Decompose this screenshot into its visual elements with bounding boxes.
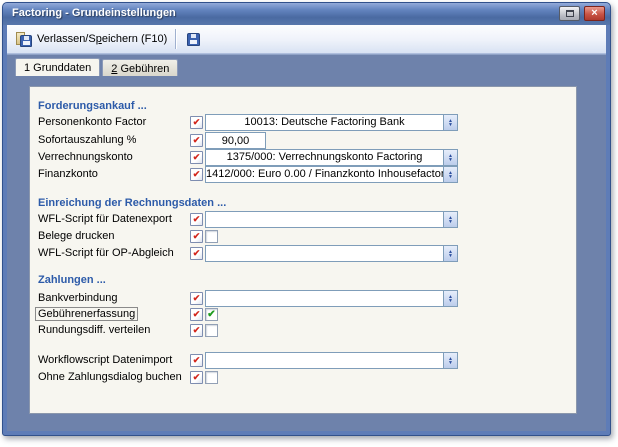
arrow-down-icon: ▼ (448, 361, 453, 365)
combo-value (206, 291, 443, 306)
checkbox-belege-drucken[interactable] (205, 230, 218, 243)
red-check-icon: ✔ (193, 309, 201, 319)
dropdown-spinner-button[interactable]: ▲▼ (443, 167, 457, 182)
check-icon: ✔ (207, 309, 215, 320)
tab-strip: 1 Grunddaten 2 Gebühren (15, 58, 178, 76)
checkbox-gebuehrenerfassung[interactable]: ✔ (205, 308, 218, 321)
combo-wfl-op-abgleich[interactable]: ▲▼ (205, 245, 458, 262)
dropdown-spinner-button[interactable]: ▲▼ (443, 212, 457, 227)
red-check-icon: ✔ (193, 135, 201, 145)
tab-gebuehren[interactable]: 2 Gebühren (102, 59, 178, 76)
dropdown-spinner-button[interactable]: ▲▼ (443, 353, 457, 368)
red-check-icon: ✔ (193, 231, 201, 241)
red-check-icon: ✔ (193, 152, 201, 162)
label-bankverbindung: Bankverbindung (38, 292, 118, 304)
lookup-check-button[interactable]: ✔ (190, 116, 203, 129)
lookup-check-button[interactable]: ✔ (190, 292, 203, 305)
focused-label: Gebührenerfassung (35, 307, 138, 321)
exit-save-icon (16, 32, 32, 47)
titlebar-buttons: × (559, 6, 605, 21)
arrow-down-icon: ▼ (448, 299, 453, 303)
arrow-down-icon: ▼ (448, 158, 453, 162)
combo-finanzkonto[interactable]: 1412/000: Euro 0.00 / Finanzkonto Inhous… (205, 166, 458, 183)
floppy-disk-icon (20, 35, 32, 47)
titlebar[interactable]: Factoring - Grundeinstellungen × (3, 3, 610, 25)
label-sofortauszahlung: Sofortauszahlung % (38, 134, 136, 146)
sofortauszahlung-input[interactable] (205, 132, 266, 149)
lookup-check-button[interactable]: ✔ (190, 354, 203, 367)
label-wfl-datenexport: WFL-Script für Datenexport (38, 213, 172, 225)
lookup-check-button[interactable]: ✔ (190, 247, 203, 260)
dropdown-spinner-button[interactable]: ▲▼ (443, 115, 457, 130)
red-check-icon: ✔ (193, 325, 201, 335)
red-check-icon: ✔ (193, 293, 201, 303)
red-check-icon: ✔ (193, 248, 201, 258)
toolbar-separator (175, 29, 176, 49)
label-verrechnungskonto: Verrechnungskonto (38, 151, 133, 163)
section-header-einreichung: Einreichung der Rechnungsdaten ... (38, 197, 226, 209)
checkbox-rundungsdiff[interactable] (205, 324, 218, 337)
combo-value: 1412/000: Euro 0.00 / Finanzkonto Inhous… (206, 167, 443, 182)
lookup-check-button[interactable]: ✔ (190, 324, 203, 337)
checkbox-ohne-zahlungsdialog[interactable] (205, 371, 218, 384)
dropdown-spinner-button[interactable]: ▲▼ (443, 246, 457, 261)
lookup-check-button[interactable]: ✔ (190, 151, 203, 164)
combo-bankverbindung[interactable]: ▲▼ (205, 290, 458, 307)
section-header-zahlungen: Zahlungen ... (38, 274, 106, 286)
lookup-check-button[interactable]: ✔ (190, 308, 203, 321)
maximize-icon (566, 10, 574, 17)
red-check-icon: ✔ (193, 372, 201, 382)
label-rundungsdiff: Rundungsdiff. verteilen (38, 324, 150, 336)
lookup-check-button[interactable]: ✔ (190, 230, 203, 243)
exit-save-label: Verlassen/Speichern (F10) (37, 33, 167, 45)
arrow-down-icon: ▼ (448, 175, 453, 179)
app-window: Factoring - Grundeinstellungen × Verlass… (2, 2, 611, 436)
close-icon: × (591, 7, 597, 19)
lookup-check-button[interactable]: ✔ (190, 134, 203, 147)
section-header-forderungsankauf: Forderungsankauf ... (38, 100, 147, 112)
combo-value: 10013: Deutsche Factoring Bank (206, 115, 443, 130)
tab-grunddaten[interactable]: 1 Grunddaten (15, 58, 100, 76)
toolbar: Verlassen/Speichern (F10) (7, 25, 606, 54)
exit-save-button[interactable]: Verlassen/Speichern (F10) (12, 30, 171, 49)
maximize-button[interactable] (559, 6, 580, 21)
arrow-down-icon: ▼ (448, 220, 453, 224)
label-gebuehrenerfassung: Gebührenerfassung (38, 308, 138, 320)
combo-value (206, 212, 443, 227)
lookup-check-button[interactable]: ✔ (190, 371, 203, 384)
form-panel: Forderungsankauf ... Personenkonto Facto… (29, 86, 577, 414)
red-check-icon: ✔ (193, 214, 201, 224)
dropdown-spinner-button[interactable]: ▲▼ (443, 291, 457, 306)
arrow-down-icon: ▼ (448, 123, 453, 127)
combo-value (206, 353, 443, 368)
red-check-icon: ✔ (193, 355, 201, 365)
save-icon (187, 33, 200, 46)
window-title: Factoring - Grundeinstellungen (12, 7, 176, 19)
lookup-check-button[interactable]: ✔ (190, 168, 203, 181)
tab-page-area: 1 Grunddaten 2 Gebühren Forderungsankauf… (7, 54, 606, 431)
combo-workflowscript-datenimport[interactable]: ▲▼ (205, 352, 458, 369)
label-finanzkonto: Finanzkonto (38, 168, 98, 180)
combo-personenkonto-factor[interactable]: 10013: Deutsche Factoring Bank ▲▼ (205, 114, 458, 131)
label-belege-drucken: Belege drucken (38, 230, 114, 242)
dropdown-spinner-button[interactable]: ▲▼ (443, 150, 457, 165)
red-check-icon: ✔ (193, 169, 201, 179)
save-button[interactable] (183, 31, 204, 48)
label-personenkonto-factor: Personenkonto Factor (38, 116, 146, 128)
combo-value: 1375/000: Verrechnungskonto Factoring (206, 150, 443, 165)
label-workflowscript-datenimport: Workflowscript Datenimport (38, 354, 172, 366)
combo-wfl-datenexport[interactable]: ▲▼ (205, 211, 458, 228)
close-button[interactable]: × (584, 6, 605, 21)
label-ohne-zahlungsdialog: Ohne Zahlungsdialog buchen (38, 371, 182, 383)
red-check-icon: ✔ (193, 117, 201, 127)
arrow-down-icon: ▼ (448, 254, 453, 258)
combo-value (206, 246, 443, 261)
lookup-check-button[interactable]: ✔ (190, 213, 203, 226)
combo-verrechnungskonto[interactable]: 1375/000: Verrechnungskonto Factoring ▲▼ (205, 149, 458, 166)
label-wfl-op-abgleich: WFL-Script für OP-Abgleich (38, 247, 174, 259)
